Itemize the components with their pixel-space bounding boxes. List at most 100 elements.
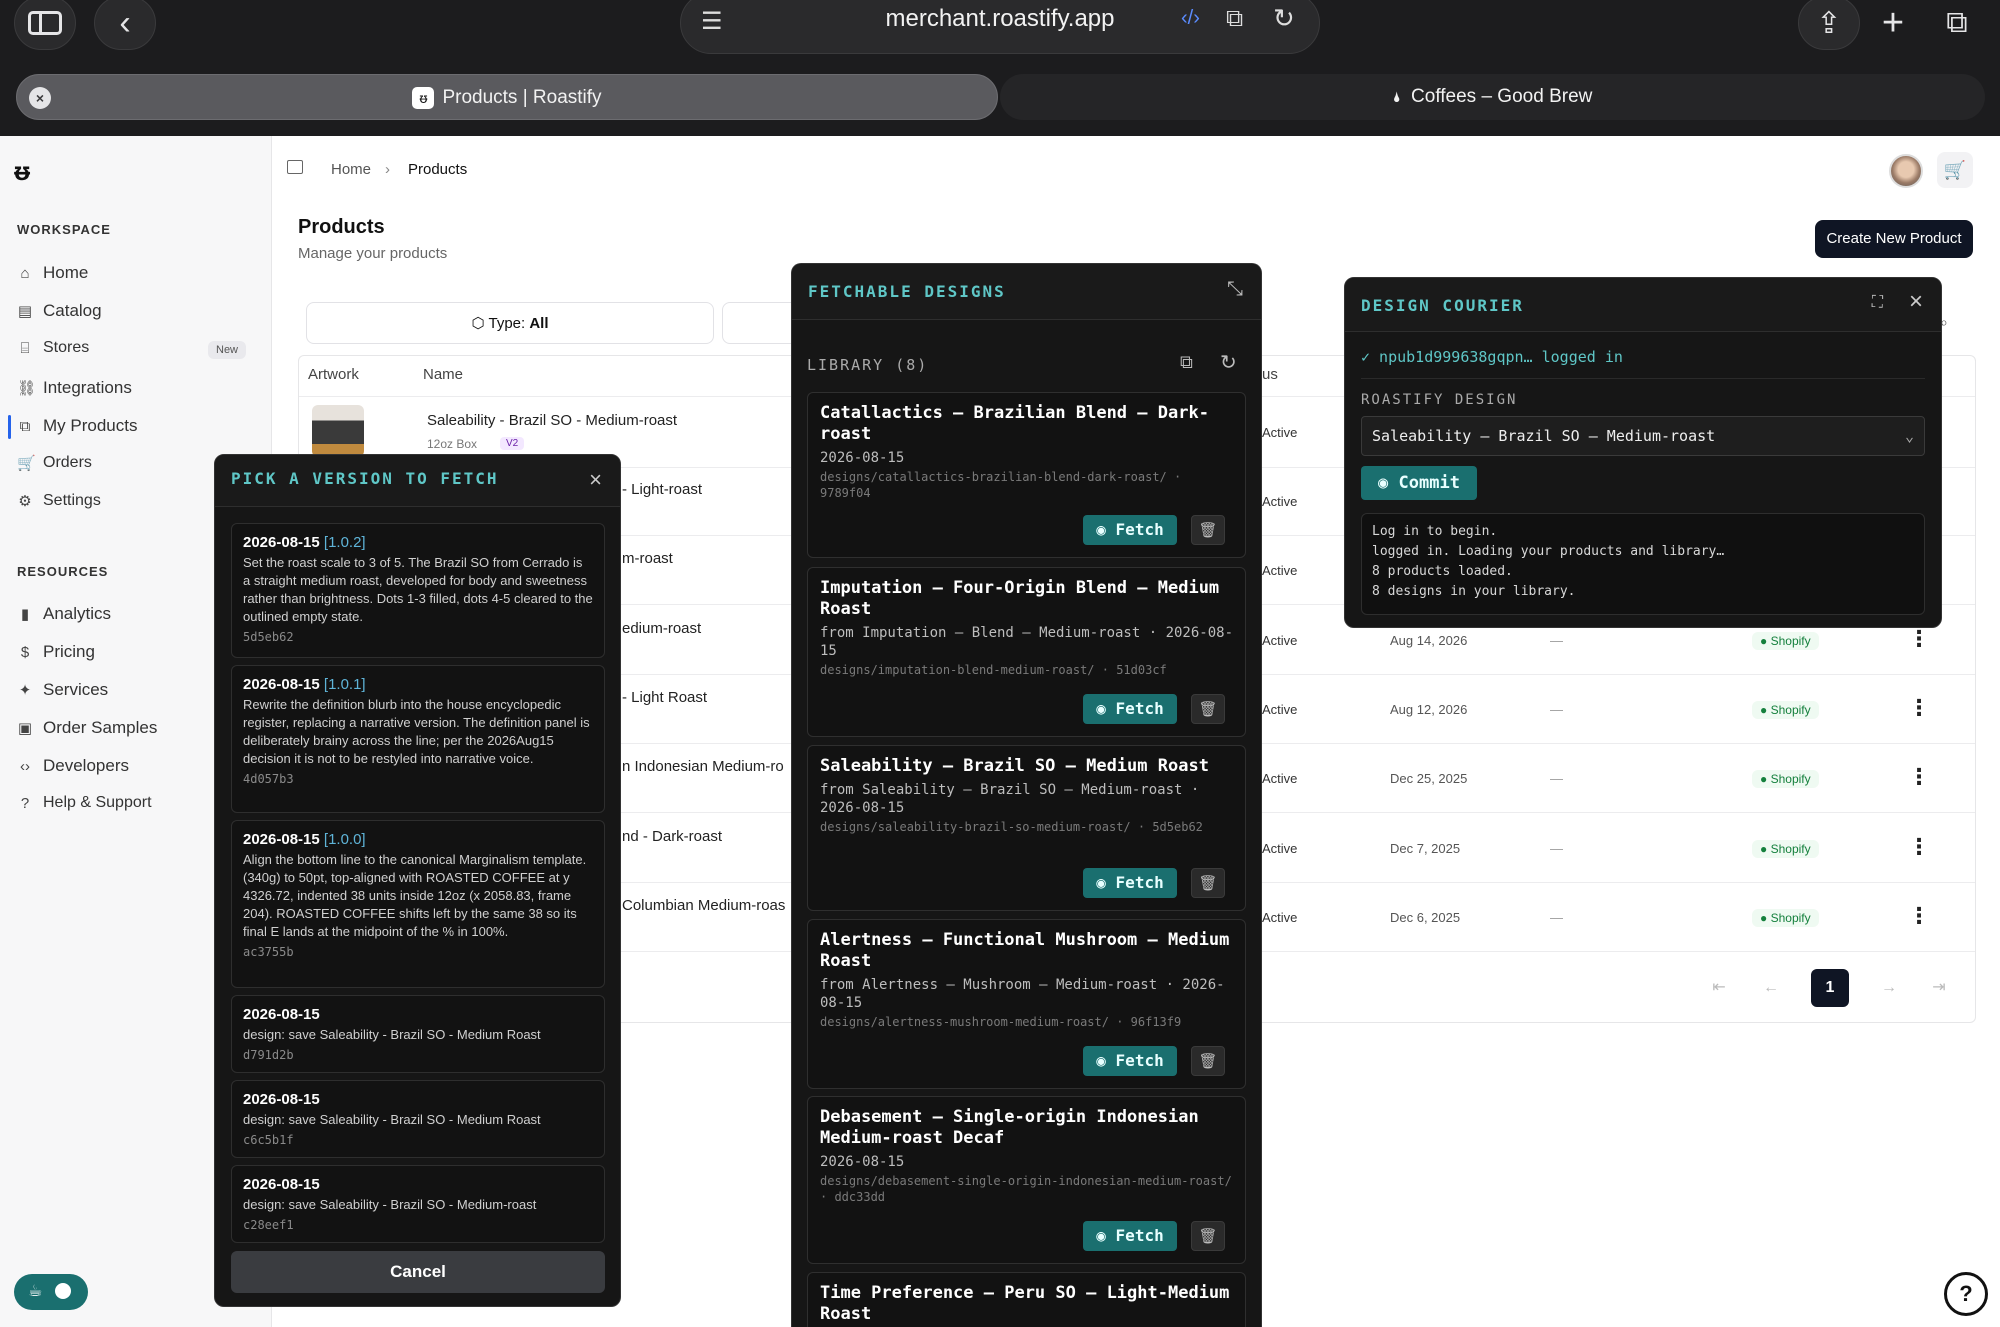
fetch-button[interactable]: ◉ Fetch [1083, 694, 1177, 724]
version-option[interactable]: 2026-08-15 design: save Saleability - Br… [231, 1165, 605, 1243]
type-filter[interactable]: ⬡ Type: All [306, 302, 714, 344]
tabs-overview-button[interactable]: ⧉ [1926, 0, 1988, 50]
breadcrumb-home[interactable]: Home [331, 161, 371, 178]
open-external-icon[interactable]: ⧉ [1180, 352, 1193, 373]
sidebar-item-orders[interactable]: 🛒 Orders [17, 454, 92, 472]
sidebar-item-label: Stores [43, 339, 90, 356]
row-empty-value: — [1550, 841, 1563, 856]
last-page-icon[interactable]: ⇥ [1920, 969, 1958, 1007]
row-menu-icon[interactable]: ⋮ [1908, 834, 1930, 860]
sidebar-item-settings[interactable]: ⚙ Settings [17, 492, 101, 510]
extension-icon[interactable]: ⧉ [1226, 5, 1243, 33]
login-status: ✓ npub1d999638gqpn… logged in [1361, 348, 1623, 366]
version-hash: 5d5eb62 [243, 630, 294, 644]
product-name[interactable]: - Light-roast [622, 481, 702, 498]
close-icon[interactable]: × [1909, 288, 1923, 316]
address-bar[interactable]: ☰ merchant.roastify.app ‹/› ⧉ ↻ [680, 0, 1320, 54]
trash-icon: 🗑 [1198, 874, 1218, 892]
version-option[interactable]: 2026-08-15 design: save Saleability - Br… [231, 1080, 605, 1158]
fetch-button[interactable]: ◉ Fetch [1083, 515, 1177, 545]
pick-version-dialog: PICK A VERSION TO FETCH × 2026-08-15 [1.… [214, 454, 621, 1307]
product-name[interactable]: Columbian Medium-roas [622, 897, 785, 914]
product-name[interactable]: edium-roast [622, 620, 701, 637]
sidebar-item-stores[interactable]: ⌸ Stores [17, 339, 89, 357]
version-option[interactable]: 2026-08-15 design: save Saleability - Br… [231, 995, 605, 1073]
row-menu-icon[interactable]: ⋮ [1908, 903, 1930, 929]
delete-button[interactable]: 🗑 [1191, 694, 1225, 724]
cart-icon: 🛒 [1943, 160, 1967, 180]
share-button[interactable]: ⇪ [1798, 0, 1860, 50]
reload-icon[interactable]: ↻ [1273, 3, 1295, 34]
next-page-icon[interactable]: → [1870, 969, 1908, 1007]
row-menu-icon[interactable]: ⋮ [1908, 695, 1930, 721]
sidebar-item-analytics[interactable]: ▮ Analytics [17, 604, 111, 624]
sidebar-item-my-products[interactable]: ⧉ My Products [17, 416, 138, 436]
fetch-button[interactable]: ◉ Fetch [1083, 1221, 1177, 1251]
sidebar-item-home[interactable]: ⌂ Home [17, 263, 88, 283]
breadcrumb-separator-icon: › [385, 161, 390, 178]
sidebar-toggle-button[interactable] [14, 0, 76, 50]
status-badge: Active [1262, 841, 1298, 856]
product-name[interactable]: m-roast [622, 550, 673, 567]
product-name[interactable]: - Light Roast [622, 689, 707, 706]
page-number-current[interactable]: 1 [1811, 969, 1849, 1007]
version-option[interactable]: 2026-08-15 [1.0.0] Align the bottom line… [231, 820, 605, 988]
product-size: 12oz Box [427, 437, 478, 451]
sidebar-item-developers[interactable]: ‹› Developers [17, 756, 129, 776]
version-hash: d791d2b [243, 1048, 294, 1062]
row-menu-icon[interactable]: ⋮ [1908, 626, 1930, 652]
channel-badge: ● Shopify [1752, 770, 1819, 788]
delete-button[interactable]: 🗑 [1191, 1221, 1225, 1251]
back-button[interactable]: ‹ [94, 0, 156, 50]
cancel-button[interactable]: Cancel [231, 1251, 605, 1293]
panel-toggle-icon[interactable] [287, 160, 303, 174]
delete-button[interactable]: 🗑 [1191, 1046, 1225, 1076]
row-menu-icon[interactable]: ⋮ [1908, 764, 1930, 790]
github-icon: ◉ [1096, 1226, 1106, 1245]
product-name[interactable]: n Indonesian Medium-ro [622, 758, 784, 775]
product-name[interactable]: nd - Dark-roast [622, 828, 722, 845]
version-option[interactable]: 2026-08-15 [1.0.2] Set the roast scale t… [231, 523, 605, 658]
column-header-name: Name [423, 366, 464, 383]
design-select[interactable]: Saleability – Brazil SO – Medium-roast ⌄ [1361, 416, 1925, 456]
version-date: 2026-08-15 [243, 1176, 320, 1193]
sidebar-item-help[interactable]: ? Help & Support [17, 794, 152, 812]
prev-page-icon[interactable]: ← [1752, 969, 1790, 1007]
sidebar-item-catalog[interactable]: ▤ Catalog [17, 301, 102, 321]
help-fab-icon[interactable]: ? [1944, 1272, 1988, 1316]
close-icon[interactable]: × [589, 467, 602, 493]
github-icon: ◉ [1378, 473, 1389, 493]
commit-button[interactable]: ◉ Commit [1361, 466, 1477, 500]
design-title: Saleability – Brazil SO – Medium Roast [820, 756, 1209, 776]
log-line: 8 products loaded. [1372, 564, 1513, 579]
sidebar-item-pricing[interactable]: $ Pricing [17, 642, 95, 662]
fetch-button[interactable]: ◉ Fetch [1083, 1046, 1177, 1076]
sidebar-item-integrations[interactable]: ⛓ Integrations [17, 378, 132, 398]
sidebar-item-services[interactable]: ✦ Services [17, 680, 108, 700]
sidebar-item-label: Order Samples [43, 718, 158, 737]
floating-toolbar-pill[interactable]: ☕ [14, 1274, 88, 1310]
version-description: design: save Saleability - Brazil SO - M… [243, 1197, 537, 1212]
tab-products[interactable]: × ᵿ Products | Roastify [16, 74, 998, 120]
sidebar-item-order-samples[interactable]: ▣ Order Samples [17, 718, 157, 738]
cart-button[interactable]: 🛒 [1937, 152, 1973, 188]
design-card: Debasement – Single-origin Indonesian Me… [807, 1096, 1246, 1264]
catalog-icon: ▤ [17, 303, 33, 320]
refresh-icon[interactable]: ↻ [1220, 350, 1237, 375]
delete-button[interactable]: 🗑 [1191, 868, 1225, 898]
delete-button[interactable]: 🗑 [1191, 515, 1225, 545]
expand-icon[interactable]: ⛶ [1872, 294, 1883, 312]
tab-coffees[interactable]: 🌢 Coffees – Good Brew [1000, 74, 1985, 120]
product-artwork-thumbnail[interactable] [312, 405, 364, 457]
product-name[interactable]: Saleability - Brazil SO - Medium-roast [427, 412, 677, 429]
new-tab-button[interactable]: + [1862, 0, 1924, 50]
collapse-icon[interactable]: ⤡ [1227, 278, 1243, 301]
version-option[interactable]: 2026-08-15 [1.0.1] Rewrite the definitio… [231, 665, 605, 813]
fetch-button[interactable]: ◉ Fetch [1083, 868, 1177, 898]
avatar[interactable] [1889, 154, 1923, 188]
code-icon[interactable]: ‹/› [1181, 7, 1200, 30]
create-new-product-button[interactable]: Create New Product [1815, 220, 1973, 258]
channel-label: Shopify [1770, 703, 1811, 717]
channel-label: Shopify [1770, 842, 1811, 856]
first-page-icon[interactable]: ⇤ [1700, 969, 1738, 1007]
